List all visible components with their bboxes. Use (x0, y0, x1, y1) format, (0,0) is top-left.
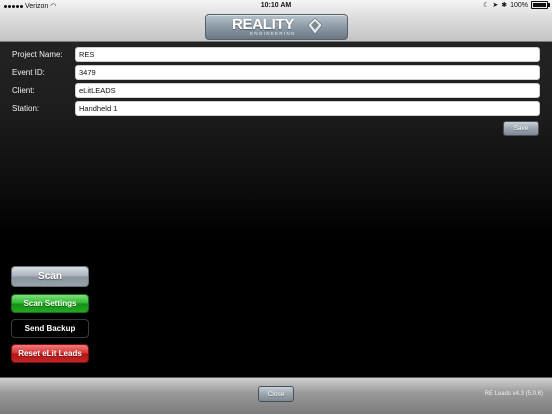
event-id-label: Event ID: (12, 68, 45, 77)
logo-subtitle: ENGINEERING (250, 31, 296, 36)
send-backup-button[interactable]: Send Backup (11, 319, 89, 338)
client-input[interactable] (75, 83, 540, 98)
client-label: Client: (12, 86, 35, 95)
scan-settings-button[interactable]: Scan Settings (11, 294, 89, 313)
save-button[interactable]: Save (503, 121, 539, 136)
moon-icon: ☾ (483, 2, 490, 9)
footer-bar: Close RE Leads v4.3 (5.0.6) (0, 377, 552, 414)
event-id-input[interactable] (75, 65, 540, 80)
form-row-event-id: Event ID: (0, 65, 552, 82)
battery-percent: 100% (510, 1, 528, 9)
form-row-project-name: Project Name: (0, 47, 552, 64)
battery-icon (531, 1, 550, 9)
status-bar: Verizon ◠ 10:10 AM ☾ ➤ ✱ 100% (0, 0, 552, 11)
station-input[interactable] (75, 101, 540, 116)
bluetooth-icon: ✱ (501, 2, 508, 9)
close-button[interactable]: Close (258, 386, 294, 402)
scan-button[interactable]: Scan (11, 266, 89, 287)
status-right: ☾ ➤ ✱ 100% (483, 1, 550, 9)
form-row-client: Client: (0, 83, 552, 100)
reset-leads-button[interactable]: Reset eLit Leads (11, 344, 89, 363)
project-name-input[interactable] (75, 47, 540, 62)
location-icon: ➤ (492, 2, 499, 9)
project-name-label: Project Name: (12, 50, 63, 59)
app-screen: Verizon ◠ 10:10 AM ☾ ➤ ✱ 100% REALITY EN… (0, 0, 552, 414)
station-label: Station: (12, 104, 40, 113)
form-row-station: Station: (0, 101, 552, 118)
header-bar: Verizon ◠ 10:10 AM ☾ ➤ ✱ 100% REALITY EN… (0, 0, 552, 42)
version-label: RE Leads v4.3 (5.0.6) (484, 391, 543, 397)
brand-logo: REALITY ENGINEERING (205, 14, 348, 40)
diamond-logo-icon (308, 18, 322, 34)
clock: 10:10 AM (260, 2, 292, 9)
